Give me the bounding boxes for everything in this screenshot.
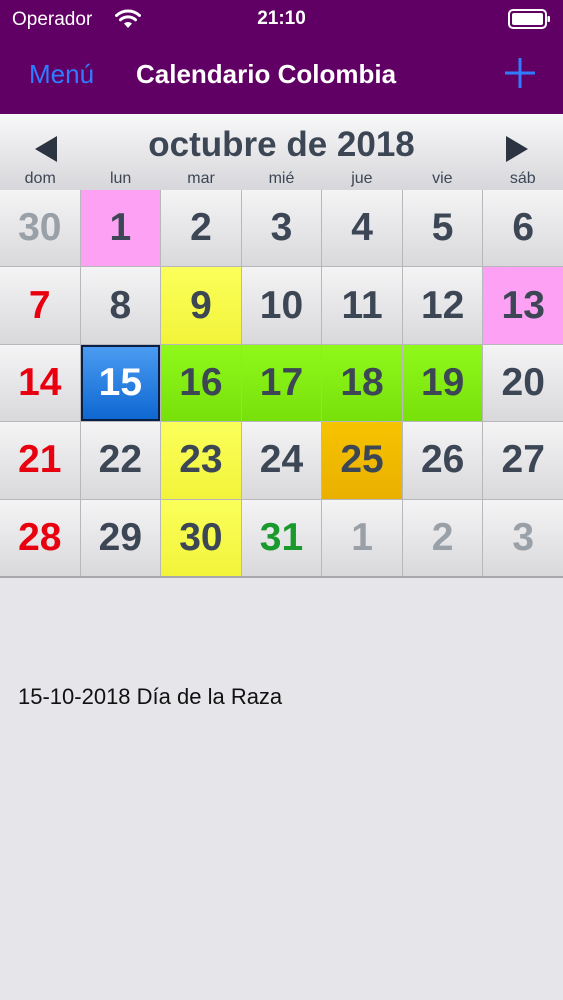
calendar-day[interactable]: 28 xyxy=(0,499,80,576)
weekday-label: lun xyxy=(109,170,132,187)
calendar-day[interactable]: 30 xyxy=(0,190,80,267)
calendar-day[interactable]: 31 xyxy=(241,499,322,576)
calendar-day[interactable]: 20 xyxy=(483,344,563,422)
weekday-label: mié xyxy=(268,170,295,187)
calendar-day[interactable]: 29 xyxy=(80,499,161,576)
top-bar: Operador 21:10 Menú Calendario Colombia xyxy=(0,0,563,114)
calendar-day[interactable]: 12 xyxy=(402,267,483,344)
calendar-day[interactable]: 16 xyxy=(161,344,241,422)
battery-icon xyxy=(508,9,550,29)
calendar-day[interactable]: 2 xyxy=(161,190,241,267)
triangle-right-icon[interactable] xyxy=(506,136,528,162)
weekday-label: mar xyxy=(187,170,215,187)
event-list: 15-10-2018 Día de la Raza xyxy=(0,580,563,1000)
status-bar: Operador 21:10 xyxy=(0,0,563,40)
weekday-label: dom xyxy=(24,170,56,187)
calendar-day[interactable]: 7 xyxy=(0,267,80,344)
calendar-day[interactable]: 5 xyxy=(402,190,483,267)
calendar-day[interactable]: 23 xyxy=(161,422,241,499)
menu-button[interactable]: Menú xyxy=(29,59,94,90)
calendar-day[interactable]: 27 xyxy=(483,422,563,499)
calendar-day[interactable]: 11 xyxy=(322,267,402,344)
month-title: octubre de 2018 xyxy=(148,125,415,164)
event-item[interactable]: 15-10-2018 Día de la Raza xyxy=(18,684,282,710)
calendar-day-selected[interactable]: 15 xyxy=(80,344,161,422)
calendar-day[interactable]: 10 xyxy=(241,267,322,344)
calendar-day[interactable]: 3 xyxy=(483,499,563,576)
navigation-bar: Menú Calendario Colombia xyxy=(0,40,563,114)
calendar-day[interactable]: 1 xyxy=(322,499,402,576)
weekday-label: jue xyxy=(351,170,373,187)
calendar-day[interactable]: 9 xyxy=(161,267,241,344)
calendar-header: octubre de 2018 dom lun mar mié jue vie … xyxy=(0,114,563,190)
status-time: 21:10 xyxy=(257,8,306,29)
calendar-day[interactable]: 30 xyxy=(161,499,241,576)
calendar-day[interactable]: 19 xyxy=(402,344,483,422)
calendar-day[interactable]: 22 xyxy=(80,422,161,499)
calendar-day[interactable]: 1 xyxy=(80,190,161,267)
calendar-day[interactable]: 17 xyxy=(241,344,322,422)
plus-icon[interactable] xyxy=(503,56,537,90)
weekday-label: sáb xyxy=(509,170,536,187)
calendar-day[interactable]: 21 xyxy=(0,422,80,499)
calendar-day[interactable]: 8 xyxy=(80,267,161,344)
calendar-day[interactable]: 18 xyxy=(322,344,402,422)
calendar-day[interactable]: 4 xyxy=(322,190,402,267)
calendar-grid: 30 1 2 3 4 5 6 7 8 9 10 11 12 13 14 15 16 17 18 19 20 21 22 23 2… xyxy=(0,190,563,578)
calendar-day[interactable]: 2 xyxy=(402,499,483,576)
page-title: Calendario Colombia xyxy=(136,59,397,89)
weekday-row: dom lun mar mié jue vie sáb xyxy=(0,170,563,190)
calendar-day[interactable]: 14 xyxy=(0,344,80,422)
weekday-label: vie xyxy=(432,170,453,187)
calendar-day[interactable]: 25 xyxy=(322,422,402,499)
calendar-day[interactable]: 26 xyxy=(402,422,483,499)
calendar-day[interactable]: 24 xyxy=(241,422,322,499)
calendar-day[interactable]: 13 xyxy=(483,267,563,344)
calendar-day[interactable]: 3 xyxy=(241,190,322,267)
calendar-day[interactable]: 6 xyxy=(483,190,563,267)
